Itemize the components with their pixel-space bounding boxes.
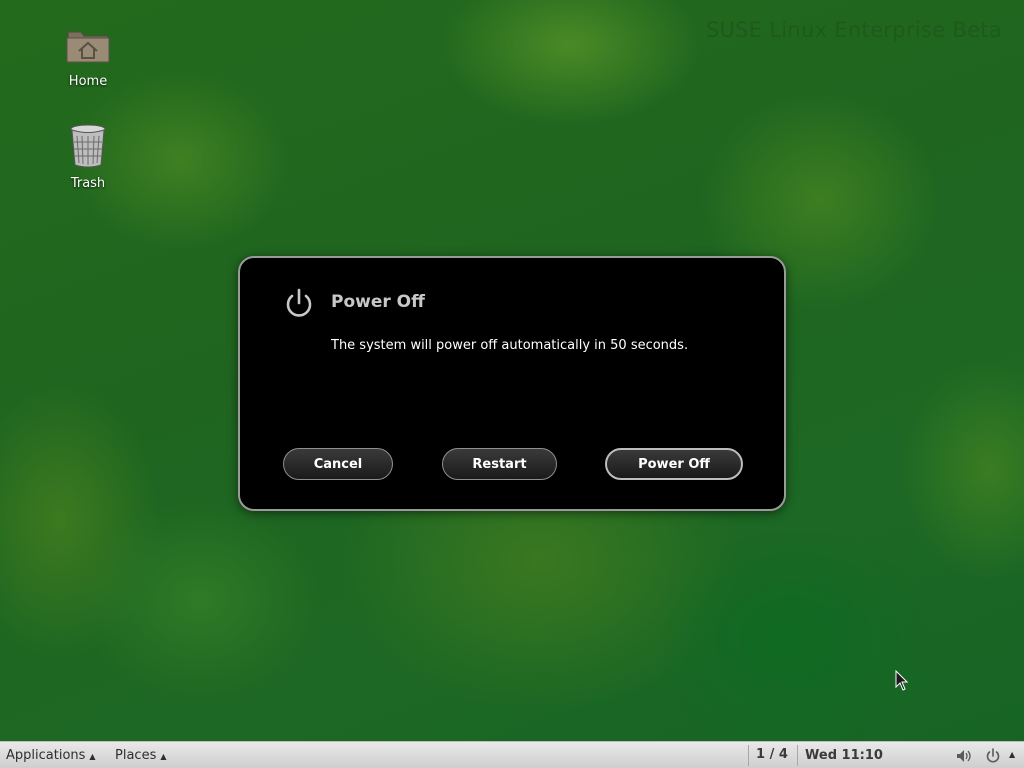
applications-menu[interactable]: Applications ▲ [6, 748, 96, 763]
trash-icon [70, 124, 106, 168]
desktop-icon-label: Home [68, 74, 108, 89]
panel-separator [797, 745, 798, 766]
desktop-icon-label: Trash [70, 176, 106, 191]
power-off-button[interactable]: Power Off [605, 448, 743, 480]
applications-menu-label: Applications [6, 748, 86, 763]
menu-arrow-icon: ▲ [89, 752, 96, 761]
dialog-message: The system will power off automatically … [331, 338, 689, 353]
places-menu[interactable]: Places ▲ [115, 748, 167, 763]
dialog-title: Power Off [331, 292, 425, 312]
mouse-pointer-icon [895, 670, 909, 691]
arrow-up-icon[interactable]: ▲ [1009, 750, 1015, 759]
bottom-panel: Applications ▲ Places ▲ 1 / 4 Wed 11:10 … [0, 741, 1024, 768]
places-menu-label: Places [115, 748, 157, 763]
power-icon[interactable] [985, 748, 1001, 764]
restart-button[interactable]: Restart [442, 448, 557, 480]
home-folder-icon [66, 31, 110, 63]
desktop-icon-trash[interactable]: Trash [48, 124, 128, 191]
panel-separator [748, 745, 749, 766]
cancel-button[interactable]: Cancel [283, 448, 393, 480]
clock[interactable]: Wed 11:10 [805, 748, 883, 763]
power-icon [286, 288, 312, 317]
volume-icon[interactable] [956, 748, 972, 764]
menu-arrow-icon: ▲ [160, 752, 167, 761]
desktop-icon-home[interactable]: Home [48, 24, 128, 89]
distro-watermark: SUSE Linux Enterprise Beta [705, 18, 1002, 42]
power-off-dialog: Power Off The system will power off auto… [238, 256, 786, 511]
workspace-indicator[interactable]: 1 / 4 [756, 747, 788, 762]
